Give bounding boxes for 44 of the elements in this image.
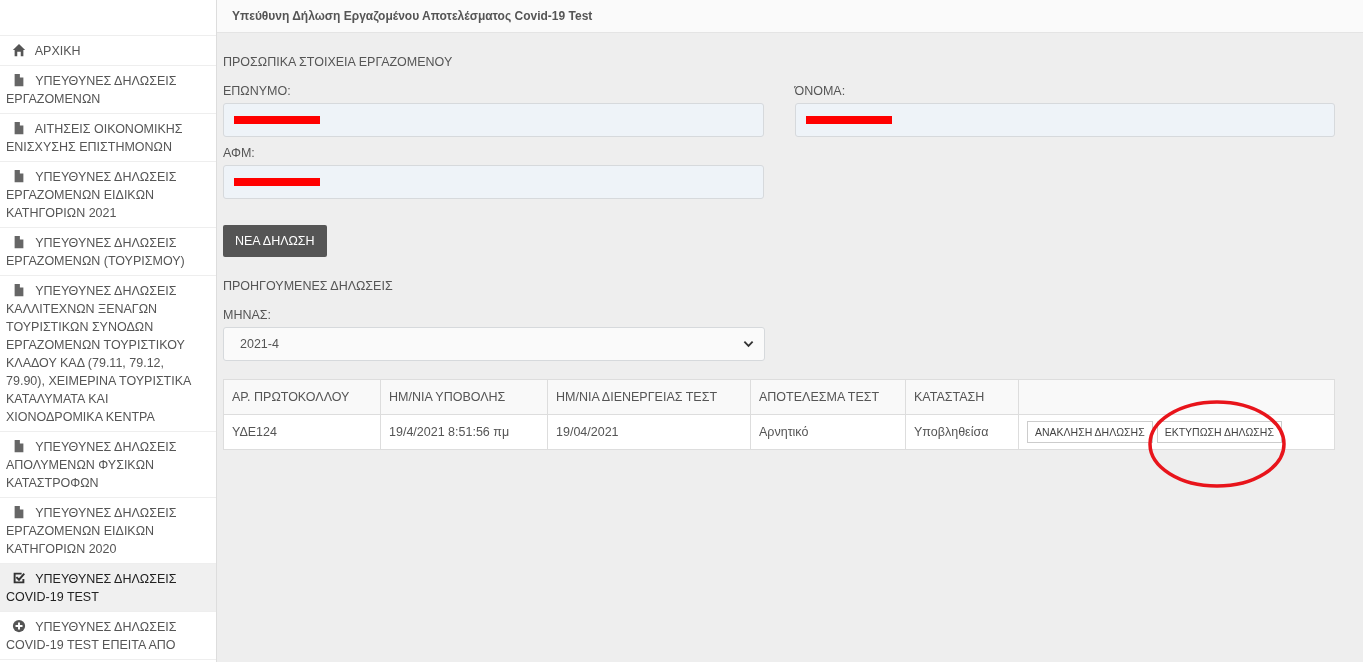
- sidebar-item[interactable]: ΥΠΕΥΘΥΝΕΣ ΔΗΛΩΣΕΙΣ COVID-19 TEST: [0, 564, 216, 612]
- sidebar-item[interactable]: ΑΡΧΙΚΗ: [0, 36, 216, 66]
- month-select[interactable]: 2021-4: [223, 327, 765, 361]
- table-cell: ΥΔΕ124: [223, 414, 381, 450]
- page-title: Υπεύθυνη Δήλωση Εργαζομένου Αποτελέσματος Covid-19 Test: [232, 9, 593, 23]
- field-label: ΜΗΝΑΣ:: [223, 308, 272, 322]
- chevron-down-icon: [743, 340, 754, 348]
- sidebar-item[interactable]: ΥΠΕΥΘΥΝΕΣ ΔΗΛΩΣΕΙΣ ΑΠΟΛΥΜΕΝΩΝ ΦΥΣΙΚΩΝ ΚΑΤΑΣΤΡΟΦΩΝ: [0, 432, 216, 498]
- sidebar-item[interactable]: ΥΠΕΥΘΥΝΕΣ ΔΗΛΩΣΕΙΣ ΕΡΓΑΖΟΜΕΝΩΝ: [0, 66, 216, 114]
- sidebar-item[interactable]: ΥΠΕΥΘΥΝΕΣ ΔΗΛΩΣΕΙΣ ΚΑΛΛΙΤΕΧΝΩΝ ΞΕΝΑΓΩΝ ΤΟΥΡΙΣΤΙΚΩΝ ΣΥΝΟΔΩΝ ΕΡΓΑΖΟΜΕΝΩΝ ΤΟΥΡΙΣΤΙΚΟΥ ΚΛΑΔΟΥ ΚΑΔ (79.11, 79.12, 79.90), ΧΕΙΜΕΡΙΝΑ ΤΟΥΡΙΣΤΙΚΑ ΚΑΤΑΛΥΜΑΤΑ ΚΑΙ ΧΙΟΝΟΔΡΟΜΙΚΑ ΚΕΝΤΡΑ: [0, 276, 216, 432]
- file-icon: [12, 283, 26, 297]
- checkbox-icon: [12, 571, 26, 585]
- home-icon: [12, 43, 26, 57]
- table-cell: 19/04/2021: [547, 414, 751, 450]
- column-header: ΑΠΟΤΕΛΕΣΜΑ ΤΕΣΤ: [750, 379, 906, 415]
- column-header: ΑΡ. ΠΡΩΤΟΚΟΛΛΟΥ: [223, 379, 381, 415]
- sidebar-item[interactable]: ΥΠΕΥΘΥΝΕΣ ΔΗΛΩΣΕΙΣ ΕΡΓΑΖΟΜΕΝΩΝ ΕΙΔΙΚΩΝ ΚΑΤΗΓΟΡΙΩΝ 2021: [0, 162, 216, 228]
- table-cell: Αρνητικό: [750, 414, 906, 450]
- plus-circle-icon: [12, 619, 26, 633]
- field-label: ΑΦΜ:: [223, 146, 256, 160]
- sidebar-item[interactable]: ΥΠΕΥΘΥΝΕΣ ΔΗΛΩΣΕΙΣ COVID-19 TEST ΕΠΕΙΤΑ ΑΠΟ: [0, 612, 216, 660]
- table-cell: 19/4/2021 8:51:56 πμ: [380, 414, 548, 450]
- file-icon: [12, 505, 26, 519]
- text-field[interactable]: [794, 103, 1335, 137]
- text-field[interactable]: [223, 103, 764, 137]
- file-icon: [12, 121, 26, 135]
- action-button[interactable]: ΕΚΤΥΠΩΣΗ ΔΗΛΩΣΗΣ: [1156, 421, 1282, 443]
- file-icon: [12, 169, 26, 183]
- text-field[interactable]: [223, 165, 764, 199]
- new-declaration-button[interactable]: ΝΕΑ ΔΗΛΩΣΗ: [223, 225, 327, 257]
- sidebar-item[interactable]: ΥΠΕΥΘΥΝΕΣ ΔΗΛΩΣΕΙΣ ΕΡΓΑΖΟΜΕΝΩΝ (ΤΟΥΡΙΣΜΟΥ): [0, 228, 216, 276]
- column-header: ΗΜ/ΝΙΑ ΔΙΕΝΕΡΓΕΙΑΣ ΤΕΣΤ: [547, 379, 751, 415]
- file-icon: [12, 73, 26, 87]
- sidebar-item[interactable]: ΑΙΤΗΣΕΙΣ ΟΙΚΟΝΟΜΙΚΗΣ ΕΝΙΣΧΥΣΗΣ ΕΠΙΣΤΗΜΟΝΩΝ: [0, 114, 216, 162]
- section-heading: ΠΡΟΣΩΠΙΚΑ ΣΤΟΙΧΕΙΑ ΕΡΓΑΖΟΜΕΝΟΥ: [223, 55, 454, 69]
- action-button[interactable]: ΑΝΑΚΛΗΣΗ ΔΗΛΩΣΗΣ: [1027, 421, 1153, 443]
- file-icon: [12, 439, 26, 453]
- column-header: ΗΜ/ΝΙΑ ΥΠΟΒΟΛΗΣ: [380, 379, 548, 415]
- column-header: ΚΑΤΑΣΤΑΣΗ: [905, 379, 1019, 415]
- field-label: ΌΝΟΜΑ:: [794, 84, 847, 98]
- table-cell: Υποβληθείσα: [905, 414, 1019, 450]
- section-heading: ΠΡΟΗΓΟΥΜΕΝΕΣ ΔΗΛΩΣΕΙΣ: [223, 279, 394, 293]
- field-label: ΕΠΩΝΥΜΟ:: [223, 84, 292, 98]
- file-icon: [12, 235, 26, 249]
